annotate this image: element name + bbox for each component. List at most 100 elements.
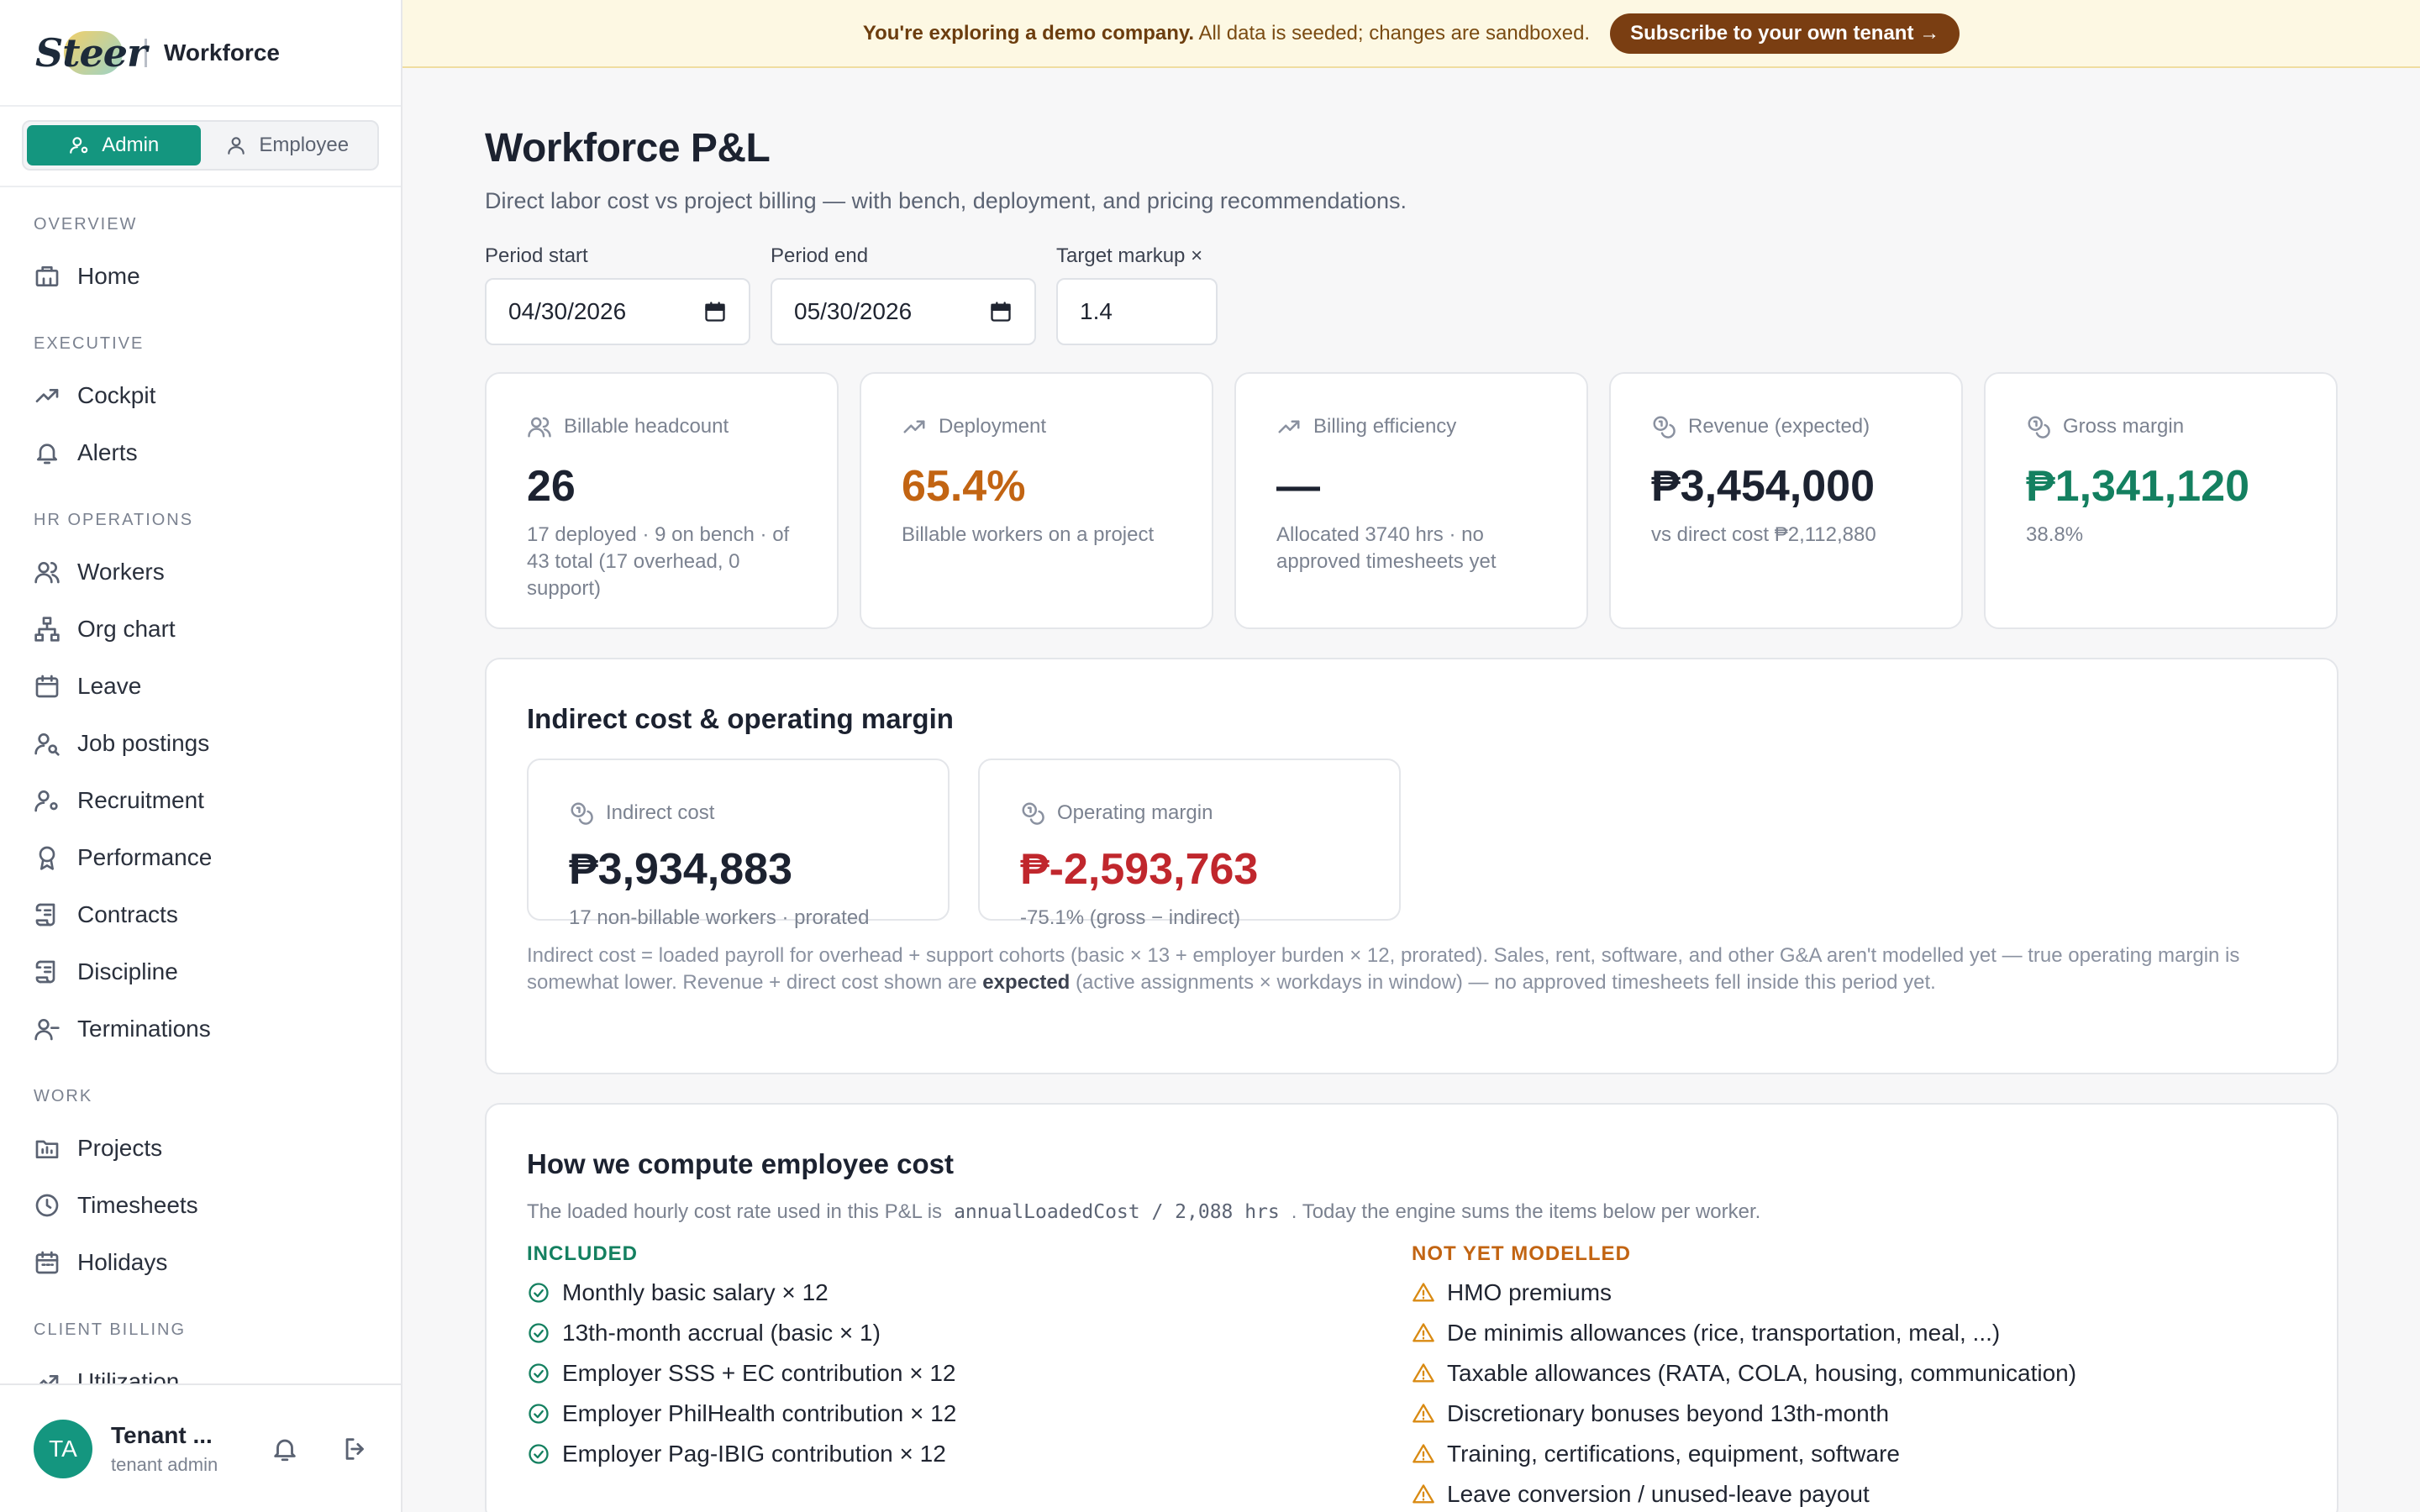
nav-item-terminations[interactable]: Terminations: [34, 1000, 401, 1058]
user-meta: Tenant ... tenant admin: [111, 1422, 229, 1476]
page-subtitle: Direct labor cost vs project billing — w…: [485, 188, 1407, 213]
period-start-group: Period start 04/30/2026: [485, 244, 750, 345]
bell-icon[interactable]: [271, 1435, 299, 1463]
folder-chart-icon: [35, 1140, 59, 1158]
kpi-label: Billable headcount: [564, 415, 729, 438]
warning-icon: [1413, 1444, 1434, 1463]
nav-item-org-chart[interactable]: Org chart: [34, 601, 401, 658]
logo-text: Steer: [35, 29, 147, 76]
nav-item-recruitment[interactable]: Recruitment: [34, 772, 401, 829]
nav-item-alerts[interactable]: Alerts: [34, 424, 401, 481]
nav-item-contracts[interactable]: Contracts: [34, 886, 401, 943]
nav-item-label: Job postings: [77, 730, 210, 756]
kpi-header: Deployment: [902, 414, 1171, 439]
trend-up-icon: [1278, 420, 1300, 433]
role-employee-button[interactable]: Employee: [201, 125, 375, 165]
nav-item-label: Recruitment: [77, 787, 204, 813]
kpi-header: Billing efficiency: [1276, 414, 1546, 439]
kpi-value: ₱1,341,120: [2026, 462, 2250, 511]
list-item-text: Training, certifications, equipment, sof…: [1447, 1441, 1900, 1467]
list-item: Taxable allowances (RATA, COLA, housing,…: [1412, 1353, 2296, 1394]
compute-description: The loaded hourly cost rate used in this…: [527, 1200, 2296, 1224]
user-role: tenant admin: [111, 1453, 218, 1475]
kpi-header: Revenue (expected): [1651, 414, 1921, 439]
scroll-icon: [35, 960, 55, 984]
check-circle-icon: [529, 1404, 549, 1424]
list-item-text: Employer PhilHealth contribution × 12: [562, 1400, 957, 1426]
sidebar: Steer Workforce Admin Employee OVERVIEW …: [0, 0, 402, 1512]
steer-logo[interactable]: Steer: [35, 29, 147, 76]
period-start-input[interactable]: 04/30/2026: [485, 278, 750, 345]
not-modelled-title: NOT YET MODELLED: [1412, 1242, 1631, 1265]
main-nav: OVERVIEW Home EXECUTIVE Cockpit Alerts H…: [0, 214, 401, 1410]
list-item-text: Taxable allowances (RATA, COLA, housing,…: [1447, 1360, 2077, 1386]
nav-item-discipline[interactable]: Discipline: [34, 943, 401, 1000]
check-circle-icon: [529, 1323, 549, 1343]
kpi-sub: -75.1% (gross − indirect): [1020, 906, 1241, 929]
scroll-icon: [35, 903, 55, 927]
calendar-icon[interactable]: [703, 300, 727, 323]
demo-banner-message: All data is seeded; changes are sandboxe…: [1198, 21, 1591, 45]
period-start-label: Period start: [485, 244, 588, 267]
kpi-value: ₱3,934,883: [569, 845, 793, 894]
check-circle-icon: [529, 1363, 549, 1383]
target-markup-value: 1.4: [1080, 298, 1113, 324]
kpi-label: Operating margin: [1057, 801, 1213, 824]
nav-item-label: Holidays: [77, 1249, 168, 1275]
warning-icon: [1413, 1323, 1434, 1342]
indirect-kpi-row: Indirect cost ₱3,934,883 17 non-billable…: [527, 759, 2296, 929]
nav-item-workers[interactable]: Workers: [34, 543, 401, 601]
nav-item-job-postings[interactable]: Job postings: [34, 715, 401, 772]
nav-item-performance[interactable]: Performance: [34, 829, 401, 886]
user-cog-icon: [70, 137, 88, 154]
nav-item-holidays[interactable]: Holidays: [34, 1234, 401, 1291]
period-end-input[interactable]: 05/30/2026: [771, 278, 1036, 345]
avatar[interactable]: TA: [34, 1419, 92, 1478]
subscribe-button[interactable]: Subscribe to your own tenant →: [1610, 13, 1960, 54]
cost-columns: INCLUDED Monthly basic salary × 12 13th-…: [527, 1242, 2296, 1512]
nav-item-label: Workers: [77, 559, 165, 585]
card-title: How we compute employee cost: [527, 1148, 954, 1179]
role-employee-label: Employee: [259, 134, 350, 156]
list-item-text: HMO premiums: [1447, 1279, 1612, 1305]
user-icon: [228, 137, 245, 155]
list-item: Employer SSS + EC contribution × 12: [527, 1353, 1412, 1394]
nav-item-home[interactable]: Home: [34, 248, 401, 305]
role-admin-button[interactable]: Admin: [27, 125, 201, 165]
employee-cost-card: How we compute employee cost The loaded …: [485, 1103, 2338, 1512]
page-title: Workforce P&L: [485, 126, 771, 171]
calendar-icon[interactable]: [989, 300, 1013, 323]
indirect-cost-note: Indirect cost = loaded payroll for overh…: [527, 942, 2300, 996]
nav-item-label: Org chart: [77, 616, 176, 642]
list-item-text: Employer SSS + EC contribution × 12: [562, 1360, 956, 1386]
user-name: Tenant ...: [111, 1421, 213, 1448]
list-item: Employer PhilHealth contribution × 12: [527, 1394, 1412, 1434]
nav-group-title: WORK: [34, 1087, 93, 1105]
list-item-text: Leave conversion / unused-leave payout: [1447, 1481, 1870, 1507]
nav-group-overview: OVERVIEW Home: [34, 214, 401, 305]
note-bold: expected: [982, 971, 1071, 994]
kpi-sub: 38.8%: [2026, 523, 2084, 546]
kpi-label: Gross margin: [2063, 415, 2185, 438]
coins-icon: [571, 802, 593, 825]
card-title: Indirect cost & operating margin: [527, 703, 954, 734]
building-icon: [35, 266, 59, 286]
logout-icon[interactable]: [341, 1435, 370, 1463]
list-item: De minimis allowances (rice, transportat…: [1412, 1313, 2296, 1353]
kpi-sub: Billable workers on a project: [902, 523, 1155, 546]
user-footer: TA Tenant ... tenant admin: [0, 1383, 401, 1512]
nav-item-label: Performance: [77, 844, 213, 870]
desc-part-a: The loaded hourly cost rate used in this…: [527, 1200, 943, 1223]
nav-group-executive: EXECUTIVE Cockpit Alerts: [34, 333, 401, 481]
target-markup-input[interactable]: 1.4: [1056, 278, 1218, 345]
nav-item-cockpit[interactable]: Cockpit: [34, 367, 401, 424]
kpi-sub: vs direct cost ₱2,112,880: [1651, 523, 1876, 546]
kpi-value: 26: [527, 462, 576, 511]
period-start-value: 04/30/2026: [508, 298, 627, 324]
nav-item-timesheets[interactable]: Timesheets: [34, 1177, 401, 1234]
check-circle-icon: [529, 1444, 549, 1464]
nav-group-title: HR OPERATIONS: [34, 511, 194, 529]
user-minus-icon: [34, 1019, 60, 1041]
nav-item-leave[interactable]: Leave: [34, 658, 401, 715]
nav-item-projects[interactable]: Projects: [34, 1120, 401, 1177]
